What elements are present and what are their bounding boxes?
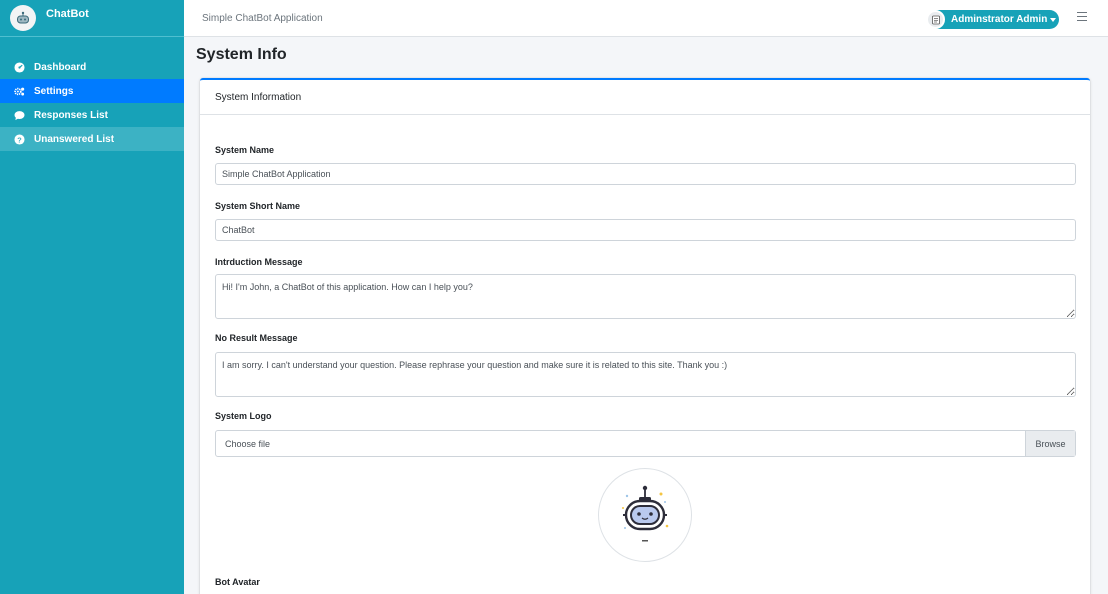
sidebar-item-label: Dashboard [34,61,87,73]
no-result-message-label: No Result Message [215,333,298,343]
brand-link[interactable]: ChatBot [0,0,184,37]
top-navbar: Simple ChatBot Application Adminstrator … [184,0,1108,37]
question-circle-icon: ? [14,133,25,145]
sidebar: ChatBot Dashboard Settings Responses Lis… [0,0,184,594]
hamburger-menu-icon[interactable] [1077,12,1087,22]
bot-avatar-label: Bot Avatar [215,577,260,587]
system-name-label: System Name [215,145,275,155]
sidebar-item-label: Settings [34,85,74,97]
comment-icon [14,110,25,121]
system-short-name-input[interactable] [215,219,1076,241]
system-logo-file-input[interactable]: Choose file Browse [215,430,1076,457]
chevron-down-icon [1050,17,1057,22]
sidebar-item-settings[interactable]: Settings [0,79,184,103]
sidebar-nav: Dashboard Settings Responses List ? Unan… [0,55,184,151]
sidebar-item-unanswered-list[interactable]: ? Unanswered List [0,127,184,151]
system-short-name-label: System Short Name [215,201,301,211]
robot-logo-icon [622,485,669,542]
user-name: Adminstrator Admin [951,14,1048,25]
system-info-card: System Information System Name System Sh… [200,78,1090,594]
no-result-message-textarea[interactable]: I am sorry. I can't understand your ques… [215,352,1076,397]
intro-message-textarea[interactable]: Hi! I'm John, a ChatBot of this applicat… [215,274,1076,319]
system-logo-preview [598,468,692,562]
app-title: Simple ChatBot Application [202,13,323,24]
dashboard-icon [14,61,25,73]
brand-name: ChatBot [46,8,89,20]
user-avatar-icon [926,10,945,29]
browse-button[interactable]: Browse [1025,431,1075,456]
cogs-icon [14,86,25,97]
brand-logo-icon [10,5,36,31]
card-header: System Information [200,80,1090,115]
svg-text:?: ? [17,135,22,144]
sidebar-item-dashboard[interactable]: Dashboard [0,55,184,79]
card-title: System Information [215,91,302,103]
file-input-placeholder: Choose file [225,438,271,449]
sidebar-item-responses-list[interactable]: Responses List [0,103,184,127]
system-name-input[interactable] [215,163,1076,185]
intro-message-label: Intrduction Message [215,257,303,267]
page-title: System Info [196,46,287,63]
sidebar-item-label: Unanswered List [34,133,115,145]
sidebar-item-label: Responses List [34,109,108,121]
user-menu-button[interactable]: Adminstrator Admin [926,10,1059,29]
system-logo-label: System Logo [215,411,272,421]
